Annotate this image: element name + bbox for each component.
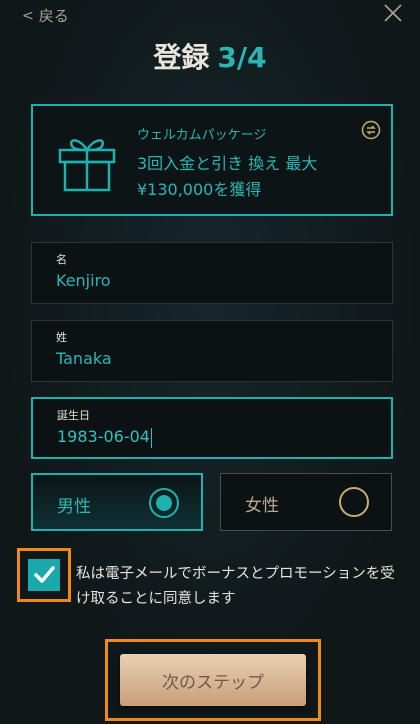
- next-button-highlight: 次のステップ: [105, 639, 321, 721]
- first-name-label: 名: [56, 253, 67, 266]
- step-indicator: 3/4: [217, 41, 267, 74]
- welcome-package-banner: ウェルカムパッケージ 3回入金と引き 換え 最大 ¥130,000を獲得: [31, 104, 393, 216]
- gender-male-option[interactable]: 男性: [31, 473, 203, 531]
- chevron-left-icon: <: [22, 7, 34, 24]
- first-name-value: Kenjiro: [56, 271, 111, 290]
- last-name-value: Tanaka: [56, 349, 112, 368]
- birthdate-field[interactable]: 誕生日 1983-06-04: [31, 397, 393, 459]
- close-icon[interactable]: [382, 2, 404, 24]
- back-button[interactable]: < 戻る: [22, 5, 69, 26]
- promo-subtitle: ウェルカムパッケージ: [137, 128, 267, 143]
- gender-female-radio[interactable]: [339, 487, 369, 517]
- gender-male-radio[interactable]: [149, 488, 179, 518]
- text-caret: [150, 427, 152, 448]
- gender-female-label: 女性: [245, 496, 279, 516]
- birthdate-value: 1983-06-04: [57, 427, 150, 446]
- last-name-field[interactable]: 姓 Tanaka: [31, 320, 393, 382]
- checkmark-icon: [34, 566, 55, 583]
- back-label: 戻る: [38, 7, 69, 25]
- promo-line-2: ¥130,000を獲得: [137, 180, 262, 199]
- consent-checkbox[interactable]: [28, 559, 60, 591]
- title-text: 登録: [153, 41, 210, 74]
- gift-icon: [58, 139, 116, 192]
- promo-line-1: 3回入金と引き 換え 最大: [137, 154, 318, 173]
- birthdate-value-wrap: 1983-06-04: [57, 427, 152, 448]
- consent-checkbox-highlight: [17, 548, 71, 602]
- first-name-field[interactable]: 名 Kenjiro: [31, 242, 393, 304]
- last-name-label: 姓: [56, 331, 67, 344]
- swap-icon[interactable]: [361, 120, 381, 140]
- gender-male-label: 男性: [57, 497, 91, 517]
- next-step-button[interactable]: 次のステップ: [120, 654, 306, 706]
- gender-female-option[interactable]: 女性: [220, 473, 392, 531]
- page-title: 登録 3/4: [0, 36, 420, 76]
- birthdate-label: 誕生日: [57, 409, 90, 422]
- consent-text: 私は電子メールでボーナスとプロモーションを受け取ることに同意します: [76, 566, 395, 607]
